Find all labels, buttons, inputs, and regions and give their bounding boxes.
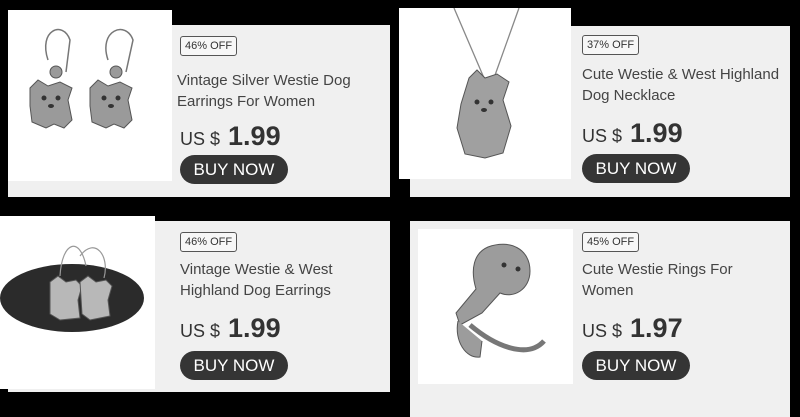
- buy-now-button[interactable]: BUY NOW: [180, 351, 288, 380]
- product-title-line: Women: [582, 282, 634, 299]
- product-title-line: Dog Necklace: [582, 87, 676, 104]
- product-title[interactable]: Cute Westie & West Highland Dog Necklace: [582, 64, 782, 106]
- product-card: 37% OFF Cute Westie & West Highland Dog …: [399, 8, 790, 197]
- product-image[interactable]: [8, 10, 172, 181]
- product-title[interactable]: Vintage Westie & West Highland Dog Earri…: [180, 259, 380, 301]
- price-amount: 1.99: [228, 313, 281, 343]
- currency-label: US $: [582, 321, 623, 341]
- product-price: US $ 1.99: [180, 313, 281, 344]
- product-title-line: Earrings For Women: [177, 93, 316, 110]
- product-image[interactable]: [0, 216, 155, 389]
- buy-now-button[interactable]: BUY NOW: [582, 154, 690, 183]
- currency-label: US $: [582, 126, 623, 146]
- product-title[interactable]: Vintage Silver Westie Dog Earrings For W…: [177, 70, 377, 112]
- product-image[interactable]: [399, 8, 571, 179]
- product-price: US $ 1.99: [582, 118, 683, 149]
- currency-label: US $: [180, 129, 221, 149]
- price-amount: 1.99: [630, 118, 683, 148]
- currency-label: US $: [180, 321, 221, 341]
- product-title-line: Vintage Westie & West: [180, 261, 333, 278]
- product-title-line: Vintage Silver Westie Dog: [177, 72, 351, 89]
- discount-badge: 37% OFF: [582, 35, 640, 55]
- product-card: 46% OFF Vintage Silver Westie Dog Earrin…: [8, 10, 390, 197]
- product-card: 46% OFF Vintage Westie & West Highland D…: [0, 216, 390, 392]
- discount-badge: 46% OFF: [180, 36, 238, 56]
- price-amount: 1.99: [228, 121, 281, 151]
- discount-badge: 45% OFF: [582, 232, 640, 252]
- product-card: 45% OFF Cute Westie Rings For Women US $…: [410, 221, 790, 417]
- product-price: US $ 1.97: [582, 313, 683, 344]
- discount-badge: 46% OFF: [180, 232, 238, 252]
- product-price: US $ 1.99: [180, 121, 281, 152]
- price-amount: 1.97: [630, 313, 683, 343]
- product-image[interactable]: [418, 229, 573, 384]
- product-title[interactable]: Cute Westie Rings For Women: [582, 259, 782, 301]
- buy-now-button[interactable]: BUY NOW: [180, 155, 288, 184]
- buy-now-button[interactable]: BUY NOW: [582, 351, 690, 380]
- product-title-line: Cute Westie Rings For: [582, 261, 733, 278]
- product-title-line: Highland Dog Earrings: [180, 282, 331, 299]
- product-title-line: Cute Westie & West Highland: [582, 66, 780, 83]
